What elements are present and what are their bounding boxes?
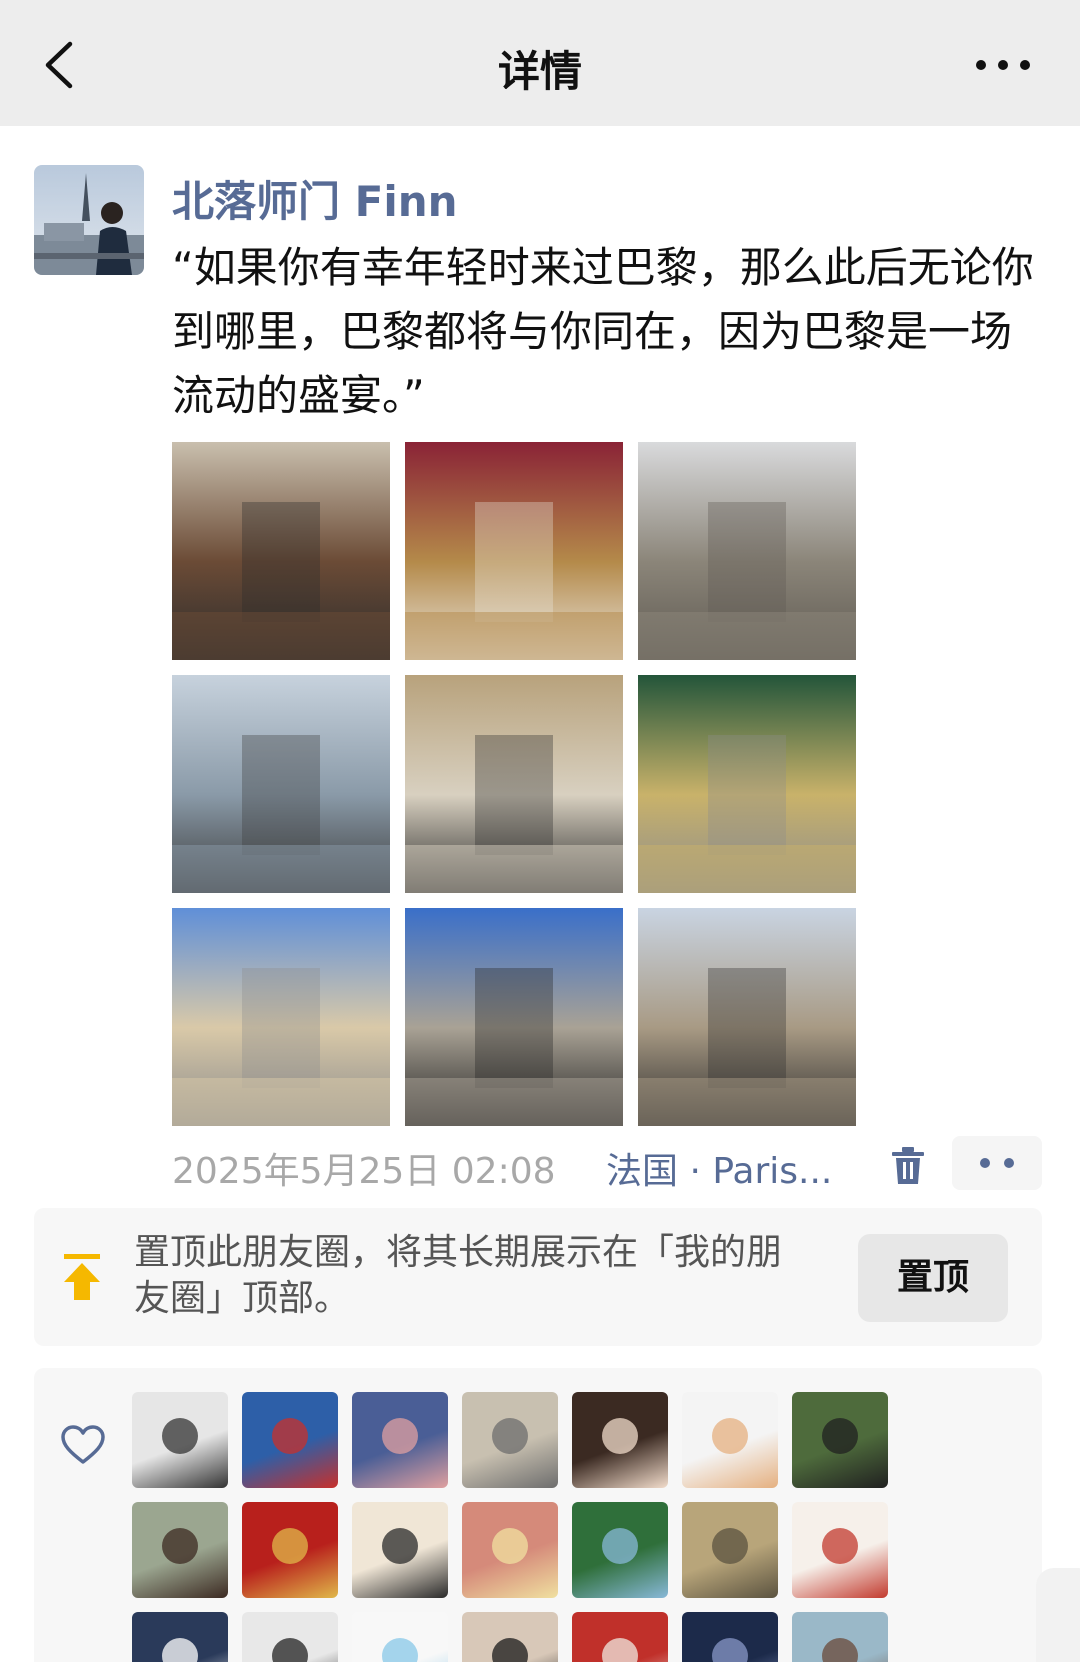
liker-avatar[interactable] <box>572 1392 668 1488</box>
louvre-inverted-pyramid-image <box>172 735 390 893</box>
post-timestamp: 2025年5月25日 02:08 <box>172 1151 556 1192</box>
photo-8[interactable] <box>405 908 623 1126</box>
pin-to-top-card: 置顶此朋友圈，将其长期展示在「我的朋友圈」顶部。 置顶 <box>34 1208 1042 1346</box>
mirror-bust-image <box>405 502 623 660</box>
more-button[interactable] <box>974 50 1032 80</box>
liker-avatar[interactable] <box>792 1502 888 1598</box>
photo-5[interactable] <box>405 675 623 893</box>
page-title: 详情 <box>497 47 582 96</box>
floating-side-tab[interactable] <box>1036 1568 1080 1662</box>
trash-icon <box>892 1147 924 1184</box>
liker-avatar[interactable] <box>572 1502 668 1598</box>
pin-description: 置顶此朋友圈，将其长期展示在「我的朋友圈」顶部。 <box>134 1232 783 1319</box>
liker-avatar[interactable] <box>132 1502 228 1598</box>
photo-7[interactable] <box>172 908 390 1126</box>
avatar-image <box>34 165 144 275</box>
liker-avatar[interactable] <box>792 1612 888 1662</box>
notre-dame-image <box>638 502 856 660</box>
pin-button[interactable]: 置顶 <box>858 1234 1008 1322</box>
liker-avatar[interactable] <box>352 1502 448 1598</box>
liker-avatar[interactable] <box>462 1612 558 1662</box>
photo-1[interactable] <box>172 442 390 660</box>
pin-top-icon <box>64 1254 100 1300</box>
louvre-statue-image <box>405 735 623 893</box>
liker-avatar-figure <box>492 1418 528 1454</box>
liker-avatar-figure <box>162 1418 198 1454</box>
liker-avatar-figure <box>822 1528 858 1564</box>
liker-avatar[interactable] <box>352 1392 448 1488</box>
comment-dots-icon <box>980 1158 1014 1168</box>
delete-button[interactable] <box>890 1146 926 1186</box>
liker-avatar-figure <box>822 1638 858 1662</box>
liker-avatar-figure <box>492 1638 528 1662</box>
liker-avatar[interactable] <box>572 1612 668 1662</box>
photo-6[interactable] <box>638 675 856 893</box>
liker-avatar[interactable] <box>242 1612 338 1662</box>
photo-3[interactable] <box>638 442 856 660</box>
comment-button[interactable] <box>952 1136 1042 1190</box>
liker-avatar[interactable] <box>462 1392 558 1488</box>
liker-avatar-figure <box>602 1638 638 1662</box>
liker-avatar[interactable] <box>682 1392 778 1488</box>
liker-avatar-figure <box>382 1638 418 1662</box>
author-name[interactable]: 北落师门 Finn <box>172 168 458 229</box>
liker-avatar-figure <box>712 1418 748 1454</box>
liker-avatar-figure <box>272 1528 308 1564</box>
photo-9[interactable] <box>638 908 856 1126</box>
post-location[interactable]: 法国 · Paris... <box>606 1142 832 1194</box>
liker-avatar[interactable] <box>682 1612 778 1662</box>
liker-avatar-figure <box>602 1418 638 1454</box>
liker-avatar-figure <box>162 1528 198 1564</box>
liker-avatar[interactable] <box>242 1502 338 1598</box>
author-avatar[interactable] <box>34 165 144 275</box>
liker-avatar[interactable] <box>242 1392 338 1488</box>
liker-avatar[interactable] <box>792 1392 888 1488</box>
likes-card <box>34 1368 1042 1662</box>
photo-grid <box>172 442 856 1126</box>
liker-avatar-figure <box>712 1528 748 1564</box>
photo-4[interactable] <box>172 675 390 893</box>
liker-avatar[interactable] <box>132 1612 228 1662</box>
ellipsis-icon <box>976 60 1030 70</box>
liker-avatar-figure <box>272 1638 308 1662</box>
heart-icon <box>61 1425 105 1464</box>
liker-avatar-figure <box>822 1418 858 1454</box>
liker-avatar[interactable] <box>132 1392 228 1488</box>
navigation-bar: 详情 <box>0 0 1080 126</box>
arc-de-triomphe-image <box>638 968 856 1126</box>
liker-avatar-figure <box>382 1418 418 1454</box>
bookshop-stairs-image <box>172 502 390 660</box>
liker-avatar-figure <box>382 1528 418 1564</box>
photo-2[interactable] <box>405 442 623 660</box>
liker-avatar[interactable] <box>462 1502 558 1598</box>
liker-avatar[interactable] <box>352 1612 448 1662</box>
liker-avatar-figure <box>162 1638 198 1662</box>
louvre-pyramid-arch-image <box>405 968 623 1126</box>
shakespeare-and-company-image <box>638 735 856 893</box>
liker-avatar-figure <box>712 1638 748 1662</box>
post-text: “如果你有幸年轻时来过巴黎，那么此后无论你到哪里，巴黎都将与你同在，因为巴黎是一… <box>172 243 1034 420</box>
liker-avatar-figure <box>272 1418 308 1454</box>
liker-avatar-figure <box>602 1528 638 1564</box>
liker-avatar-figure <box>492 1528 528 1564</box>
louvre-courtyard-image <box>172 968 390 1126</box>
liker-avatar[interactable] <box>682 1502 778 1598</box>
